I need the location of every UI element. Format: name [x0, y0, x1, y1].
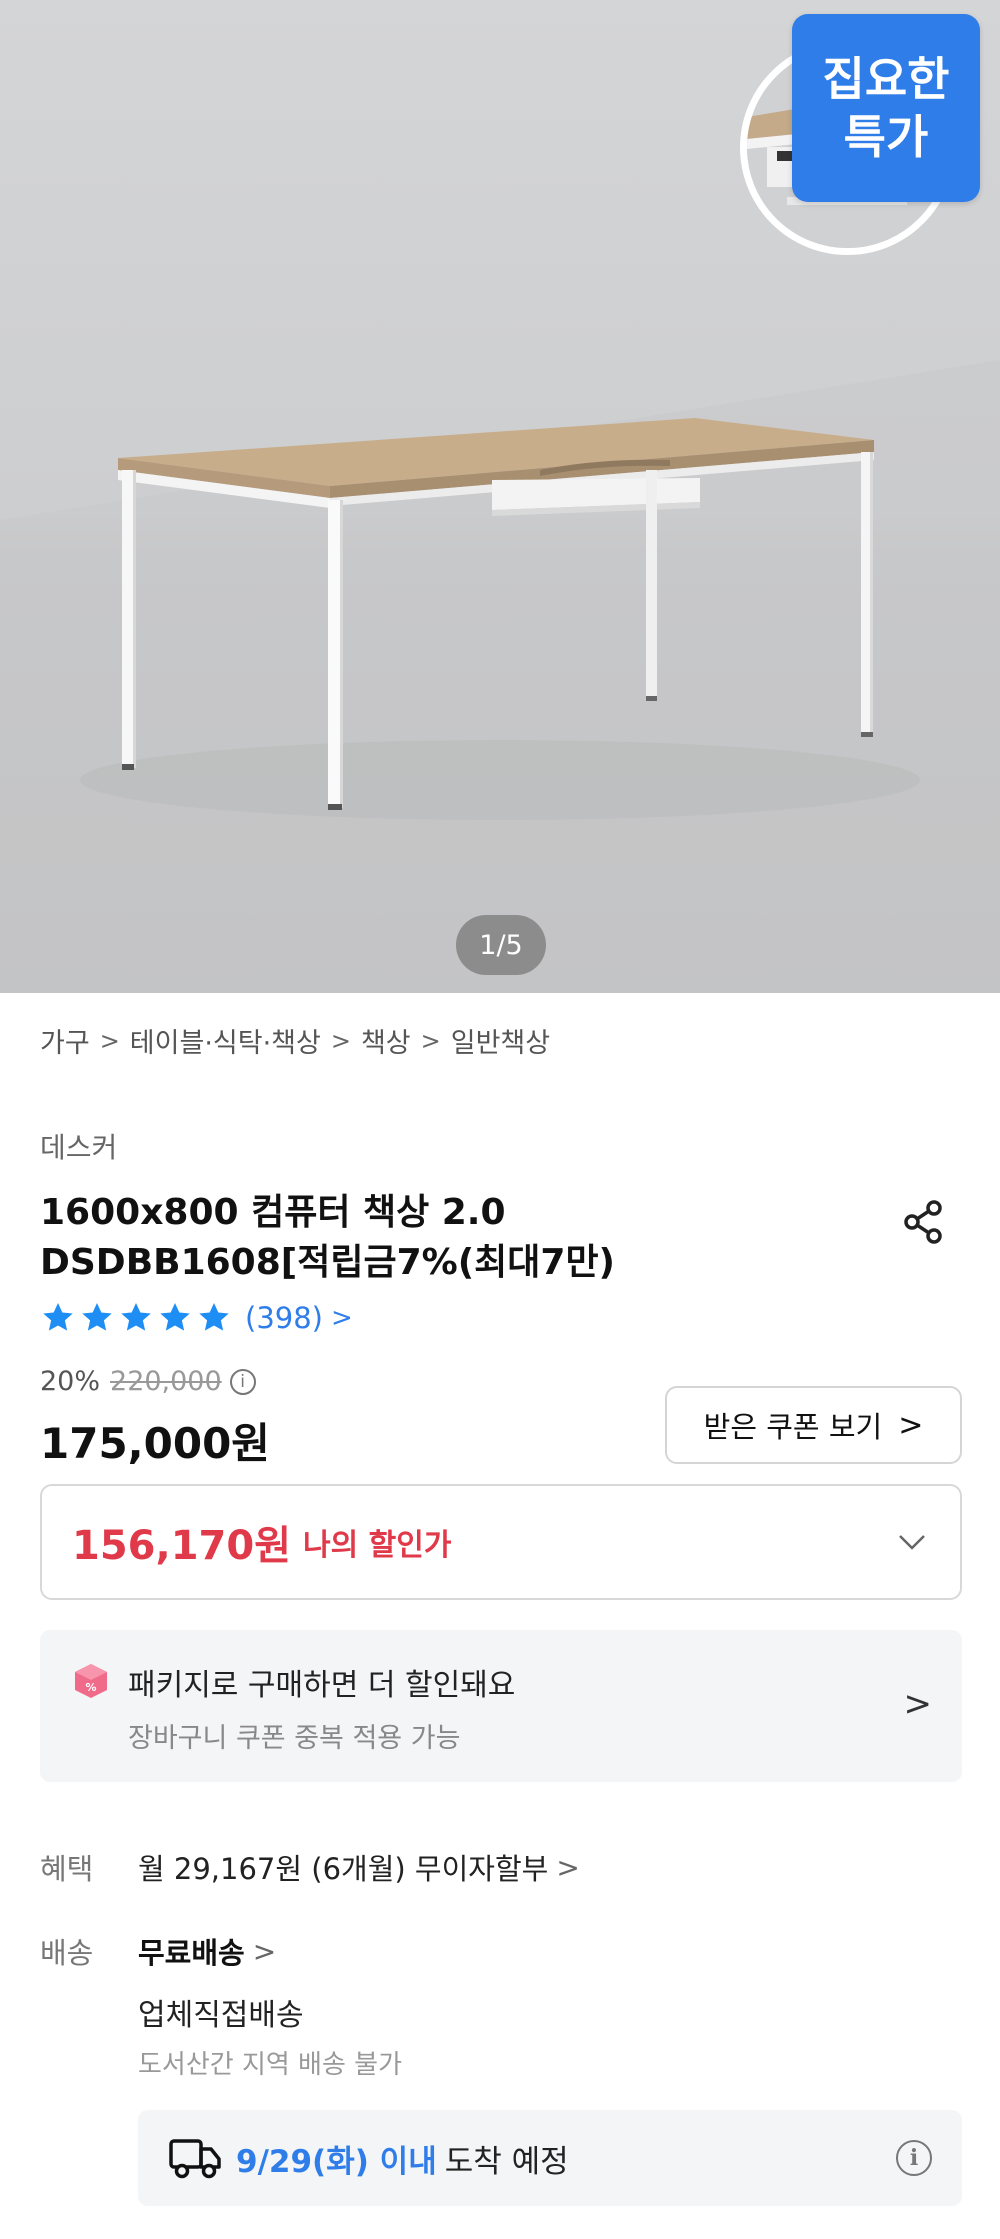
svg-text:%: %	[85, 1681, 96, 1694]
star-icon	[82, 1303, 112, 1331]
chevron-right-icon: >	[330, 1026, 351, 1055]
view-coupons-label: 받은 쿠폰 보기	[703, 1410, 883, 1444]
star-icon	[43, 1303, 73, 1331]
shipping-method: 업체직접배송	[138, 1998, 304, 2033]
info-icon[interactable]: i	[229, 1368, 256, 1395]
rating-row[interactable]: (398) >	[40, 1300, 353, 1336]
arrival-text: 도착 예정	[444, 2143, 569, 2180]
package-discount-banner[interactable]: % 패키지로 구매하면 더 할인돼요 장바구니 쿠폰 중복 적용 가능 >	[40, 1630, 962, 1782]
benefit-row[interactable]: 혜택 월 29,167원 (6개월) 무이자할부 >	[40, 1846, 580, 1888]
star-icon	[121, 1303, 151, 1331]
sale-price: 175,000원	[40, 1419, 270, 1468]
discount-row: 20% 220,000 i	[40, 1366, 256, 1397]
chevron-down-icon	[899, 1535, 925, 1550]
chevron-right-icon: >	[556, 1850, 580, 1884]
chevron-right-icon: >	[903, 1684, 933, 1724]
package-subtitle: 장바구니 쿠폰 중복 적용 가능	[128, 1723, 461, 1754]
image-page-indicator: 1/5	[456, 915, 546, 975]
product-title-line2: DSDBB1608[적립금7%(최대7만)	[40, 1242, 616, 1283]
free-shipping: 무료배송	[138, 1936, 245, 1970]
benefit-label: 혜택	[40, 1852, 94, 1886]
special-deal-badge[interactable]: 집요한 특가	[792, 14, 980, 202]
star-rating	[40, 1300, 235, 1336]
product-image-carousel[interactable]: 집요한 특가 1/5	[0, 0, 1000, 993]
package-cube-icon: %	[75, 1664, 107, 1698]
info-icon[interactable]: i	[896, 2140, 932, 2176]
deal-badge-line2: 특가	[843, 110, 929, 164]
chevron-right-icon: >	[420, 1026, 441, 1055]
brand-name[interactable]: 데스커	[40, 1126, 117, 1166]
truck-icon	[169, 2139, 221, 2179]
chevron-right-icon: >	[330, 1303, 353, 1333]
chevron-right-icon: >	[99, 1026, 120, 1055]
product-title-line1: 1600x800 컴퓨터 책상 2.0	[40, 1192, 506, 1233]
shipping-note: 도서산간 지역 배송 불가	[138, 2050, 402, 2080]
view-coupons-button[interactable]: 받은 쿠폰 보기 >	[665, 1386, 962, 1464]
chevron-right-icon: >	[252, 1934, 277, 1968]
review-count-link[interactable]: (398)	[245, 1301, 323, 1335]
my-discount-label: 나의 할인가	[303, 1528, 452, 1563]
star-icon	[199, 1303, 229, 1331]
discount-rate: 20%	[40, 1366, 101, 1397]
package-title: 패키지로 구매하면 더 할인돼요	[128, 1668, 516, 1703]
chevron-right-icon: >	[898, 1407, 924, 1443]
deal-badge-line1: 집요한	[822, 52, 950, 106]
shipping-label: 배송	[40, 1936, 94, 1970]
breadcrumb-item-desk[interactable]: 책상	[361, 1021, 411, 1060]
installment-info: 월 29,167원 (6개월) 무이자할부	[138, 1852, 549, 1886]
star-icon	[160, 1303, 190, 1331]
breadcrumb: 가구 > 테이블·식탁·책상 > 책상 > 일반책상	[40, 1021, 550, 1060]
arrival-date: 9/29(화) 이내	[236, 2143, 437, 2180]
breadcrumb-item-furniture[interactable]: 가구	[40, 1021, 90, 1060]
my-discount-price-dropdown[interactable]: 156,170원 나의 할인가	[40, 1484, 962, 1600]
breadcrumb-item-general-desk[interactable]: 일반책상	[451, 1021, 550, 1060]
original-price: 220,000	[110, 1366, 222, 1397]
arrival-estimate: 9/29(화) 이내 도착 예정 i	[138, 2110, 962, 2206]
product-title: 1600x800 컴퓨터 책상 2.0 DSDBB1608[적립금7%(최대7만…	[40, 1188, 860, 1288]
share-icon	[904, 1200, 942, 1244]
share-button[interactable]	[896, 1194, 952, 1250]
my-discount-price: 156,170원	[72, 1523, 291, 1569]
shipping-row[interactable]: 배송 무료배송 >	[40, 1930, 276, 1972]
breadcrumb-item-tables[interactable]: 테이블·식탁·책상	[130, 1021, 321, 1060]
